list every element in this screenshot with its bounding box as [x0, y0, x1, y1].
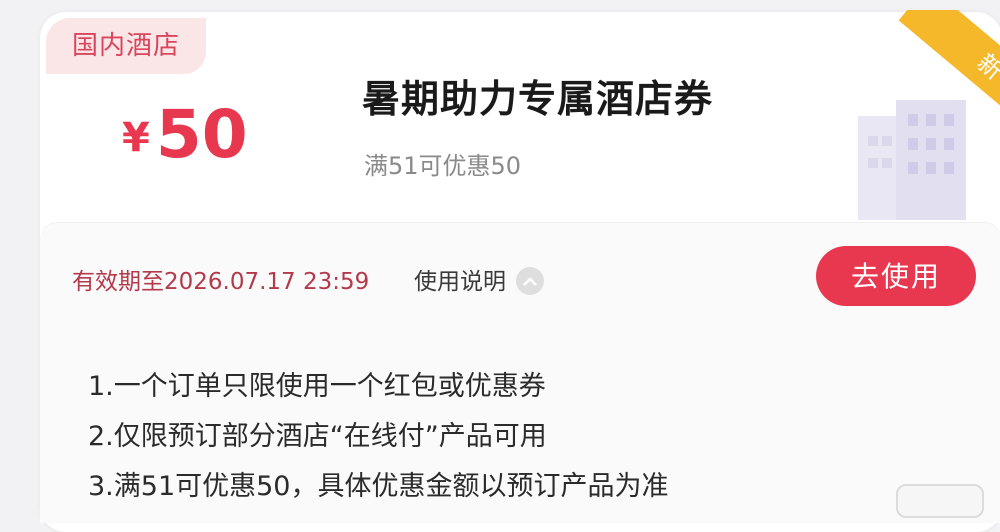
coupon-amount: 50: [155, 96, 248, 173]
rule-item: 2.仅限预订部分酒店“在线付”产品可用: [88, 421, 547, 452]
rule-item: 1.一个订单只限使用一个红包或优惠券: [88, 371, 546, 402]
coupon-title: 暑期助力专属酒店券: [362, 77, 714, 121]
use-coupon-button[interactable]: 去使用: [816, 246, 976, 306]
currency-symbol: ¥: [122, 115, 150, 161]
hotel-building-icon: [858, 100, 966, 220]
rule-item: 3.满51可优惠50，具体优惠金额以预订产品为准: [88, 471, 669, 502]
validity-text: 有效期至2026.07.17 23:59: [72, 269, 370, 295]
category-tag: 国内酒店: [46, 18, 206, 74]
usage-rules-list: 1.一个订单只限使用一个红包或优惠券 2.仅限预订部分酒店“在线付”产品可用 3…: [88, 362, 668, 512]
usage-instructions-toggle[interactable]: 使用说明: [414, 262, 544, 296]
chevron-up-icon: [516, 267, 544, 295]
coupon-price: ¥50: [122, 96, 248, 173]
usage-instructions-label: 使用说明: [414, 269, 506, 295]
partial-badge: [896, 484, 984, 518]
coupon-condition: 满51可优惠50: [364, 152, 522, 180]
